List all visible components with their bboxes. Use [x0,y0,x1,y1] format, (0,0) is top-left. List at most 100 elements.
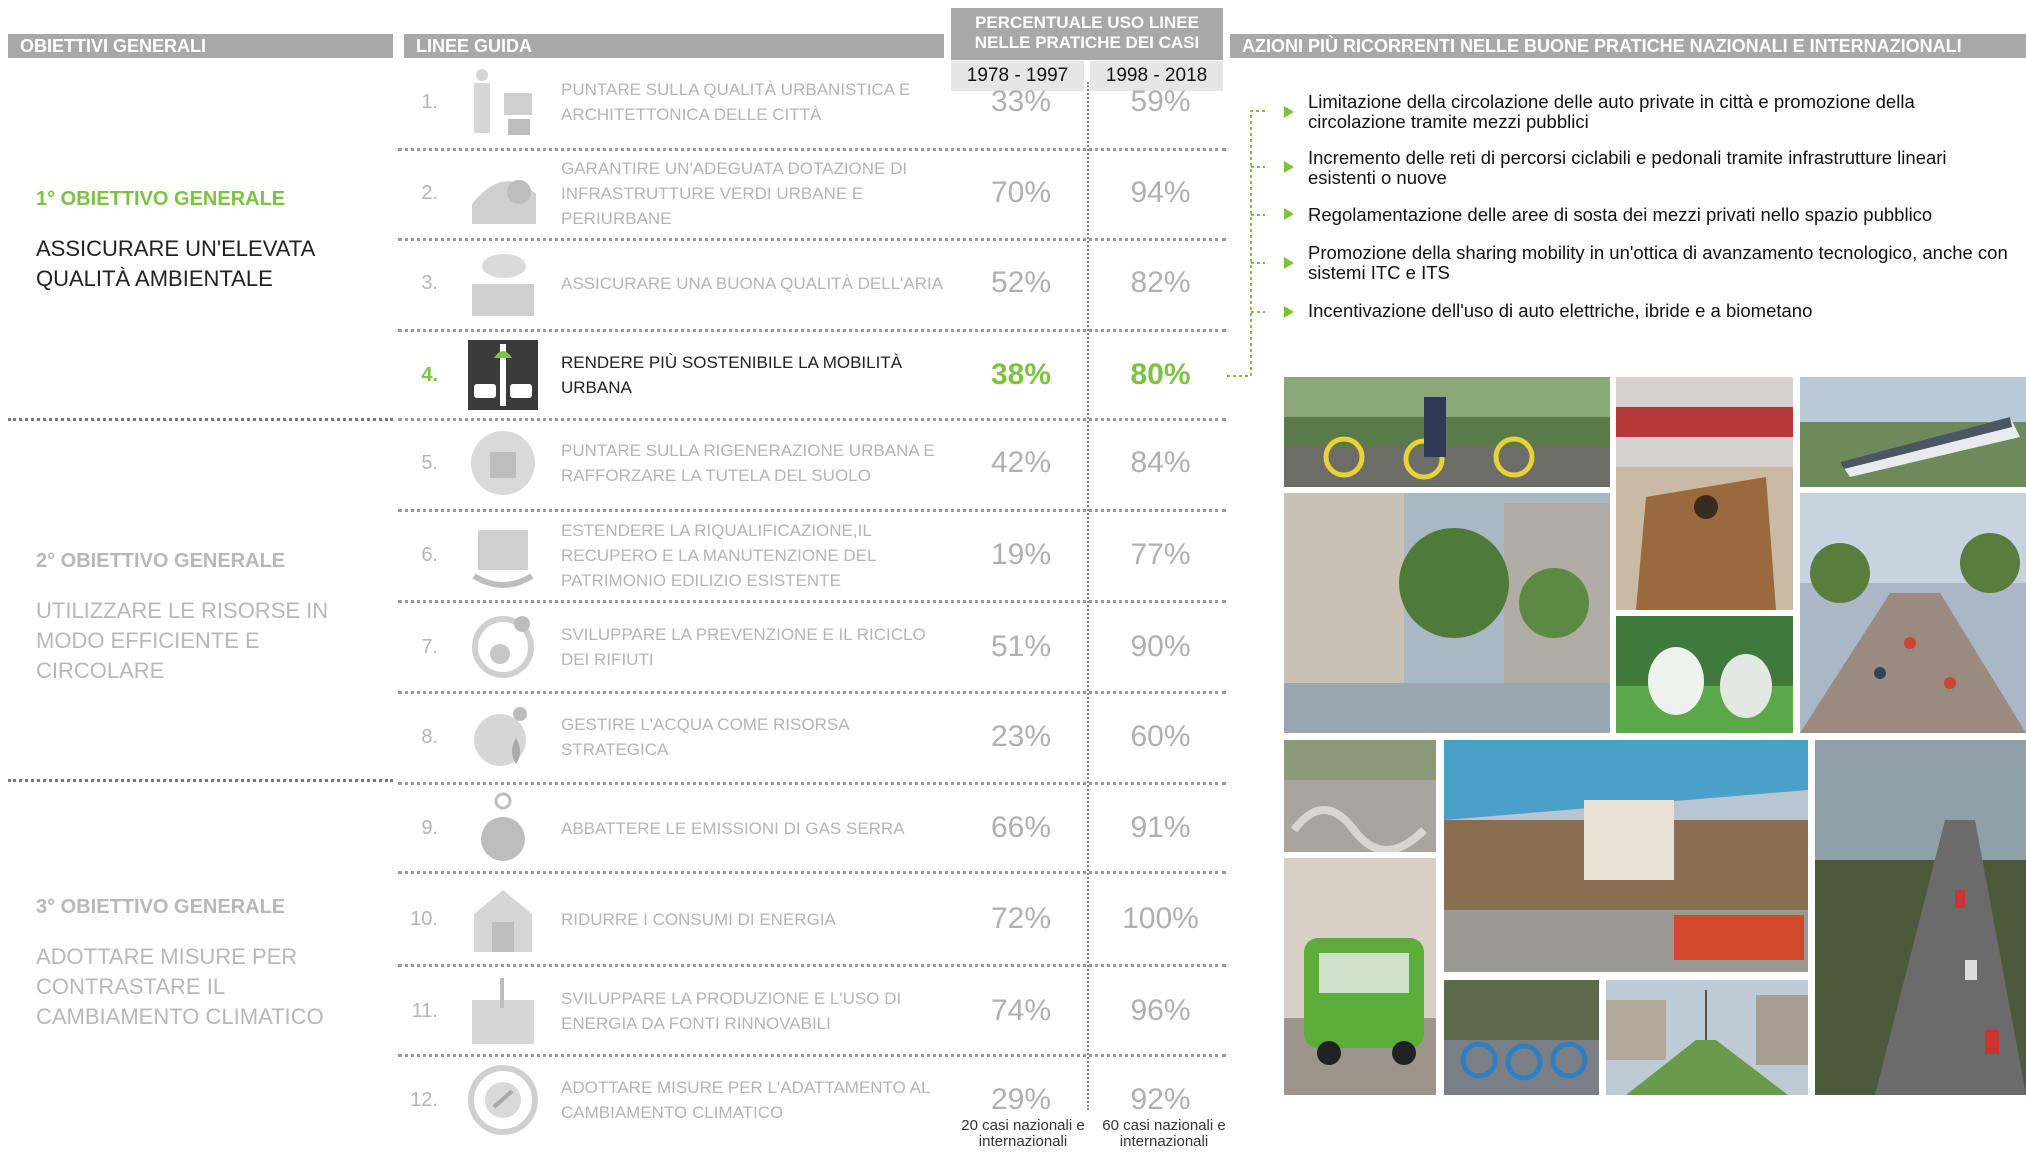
guideline-row: 5. PUNTARE SULLA RIGENERAZIONE URBANA E R… [398,418,1226,508]
row-separator [398,1054,1226,1057]
objective-1-text: ASSICURARE UN'ELEVATA QUALITÀ AMBIENTALE [36,236,315,291]
percentage-1998-2018: 94% [1130,176,1191,209]
objective-3-text: ADOTTARE MISURE PER CONTRASTARE IL CAMBI… [36,944,324,1029]
guideline-text: ASSICURARE UNA BUONA QUALITÀ DELL'ARIA [561,238,951,328]
objective-1-title: 1° OBIETTIVO GENERALE [36,188,286,210]
percentage-1998-2018: 100% [1122,902,1199,935]
row-separator [398,148,1226,151]
guideline-label: SVILUPPARE LA PREVENZIONE E IL RICICLO D… [561,625,926,669]
footnote-period-2: 60 casi nazionali e internazionali [1102,1117,1226,1150]
guideline-number: 8. [421,726,438,748]
row-separator [398,509,1226,512]
guideline-text: RENDERE PIÙ SOSTENIBILE LA MOBILITÀ URBA… [561,330,951,420]
percentage-1978-1997: 66% [990,811,1052,844]
row-separator [398,329,1226,332]
row-separator [398,782,1226,785]
photo-cyclists-avenue [1800,493,2026,733]
guideline-row: 10. RIDURRE I CONSUMI DI ENERGIA 72% 100% [398,874,1226,964]
guideline-number: 1. [421,91,438,113]
adaptation-icon [464,1061,542,1139]
objective-separator [8,418,393,421]
water-icon [464,698,542,776]
guideline-number: 10. [410,908,438,930]
photo-electric-scooters [1616,616,1793,733]
guideline-text: SVILUPPARE LA PREVENZIONE E IL RICICLO D… [561,602,951,692]
guideline-label: ABBATTERE LE EMISSIONI DI GAS SERRA [561,818,905,838]
photo-highway-city [1815,740,2026,1095]
guideline-label: RENDERE PIÙ SOSTENIBILE LA MOBILITÀ URBA… [561,353,903,397]
actions-header: AZIONI PIÙ RICORRENTI NELLE BUONE PRATIC… [1230,34,2026,58]
guideline-row: 2. GARANTIRE UN'ADEGUATA DOTAZIONE DI INF… [398,148,1226,238]
action-item: Limitazione della circolazione delle aut… [1308,91,1915,132]
guideline-number: 5. [421,452,438,474]
percentage-1998-2018: 90% [1130,630,1191,663]
arrow-icon [1284,257,1294,269]
guideline-text: ESTENDERE LA RIQUALIFICAZIONE,IL RECUPER… [561,510,951,600]
photo-bike-sharing [1284,377,1610,487]
photo-tram-station [1444,740,1808,972]
photo-city-square [1284,493,1610,733]
percentage-1978-1997: 72% [990,902,1052,935]
action-item: Regolamentazione delle aree di sosta dei… [1308,204,1933,225]
percentage-1998-2018: 91% [1130,811,1191,844]
energy-house-icon [464,880,542,958]
percentage-1978-1997: 23% [990,720,1052,753]
percentage-1998-2018: 59% [1130,85,1191,118]
guideline-label: ASSICURARE UNA BUONA QUALITÀ DELL'ARIA [561,273,944,293]
guideline-row: 4. RENDERE PIÙ SOSTENIBILE LA MOBILITÀ UR… [398,330,1226,420]
percentage-1978-1997: 51% [990,630,1052,663]
row-separator [398,418,1226,421]
guideline-label: GESTIRE L'ACQUA COME RISORSA STRATEGICA [561,715,849,759]
objective-2-text: UTILIZZARE LE RISORSE IN MODO EFFICIENTE… [36,598,329,683]
guideline-label: ESTENDERE LA RIQUALIFICAZIONE,IL RECUPER… [561,520,876,590]
guideline-text: GESTIRE L'ACQUA COME RISORSA STRATEGICA [561,692,951,782]
guideline-text: PUNTARE SULLA RIGENERAZIONE URBANA E RAF… [561,418,951,508]
guideline-text: GARANTIRE UN'ADEGUATA DOTAZIONE DI INFRA… [561,148,951,238]
guideline-row: 6. ESTENDERE LA RIQUALIFICAZIONE,IL RECUP… [398,510,1226,600]
action-item: Incentivazione dell'uso di auto elettric… [1308,300,1813,321]
guideline-label: PUNTARE SULLA QUALITÀ URBANISTICA E ARCH… [561,80,911,124]
actions-connector [1227,110,1265,377]
percentage-1978-1997: 38% [990,358,1052,391]
percentage-1978-1997: 52% [990,266,1052,299]
guideline-text: PUNTARE SULLA QUALITÀ URBANISTICA E ARCH… [561,57,951,147]
percentage-1978-1997: 19% [990,538,1052,571]
percentage-1998-2018: 84% [1130,446,1191,479]
photo-green-tramway [1606,980,1808,1095]
guideline-number: 4. [421,364,438,386]
guideline-text: ADOTTARE MISURE PER L'ADATTAMENTO AL CAM… [561,1055,951,1145]
green-infrastructure-icon [464,154,542,232]
guideline-row: 9. ABBATTERE LE EMISSIONI DI GAS SERRA 66%… [398,783,1226,873]
percentage-1978-1997: 33% [990,85,1052,118]
guidelines-header: LINEE GUIDA [404,34,944,58]
guideline-number: 7. [421,636,438,658]
guideline-label: RIDURRE I CONSUMI DI ENERGIA [561,909,836,929]
guideline-row: 1. PUNTARE SULLA QUALITÀ URBANISTICA E AR… [398,57,1226,147]
row-separator [398,691,1226,694]
guideline-row: 7. SVILUPPARE LA PREVENZIONE E IL RICICLO… [398,602,1226,692]
regeneration-icon [464,424,542,502]
percentage-1998-2018: 82% [1130,266,1191,299]
renovation-icon [464,516,542,594]
percentage-1998-2018: 80% [1130,358,1191,391]
guideline-row: 3. ASSICURARE UNA BUONA QUALITÀ DELL'ARIA… [398,238,1226,328]
percentage-1978-1997: 74% [990,994,1052,1027]
percentage-header: PERCENTUALE USO LINEE NELLE PRATICHE DEI… [951,8,1223,60]
percentage-1998-2018: 60% [1130,720,1191,753]
percentage-1978-1997: 42% [990,446,1052,479]
renewable-energy-icon [464,972,542,1050]
action-item: Incremento delle reti di percorsi ciclab… [1308,147,1947,188]
guideline-text: SVILUPPARE LA PRODUZIONE E L'USO DI ENER… [561,966,951,1056]
guideline-number: 2. [421,182,438,204]
guideline-number: 6. [421,544,438,566]
guideline-text: RIDURRE I CONSUMI DI ENERGIA [561,874,951,964]
photo-street-furniture [1284,740,1436,852]
row-separator [398,238,1226,241]
guideline-label: GARANTIRE UN'ADEGUATA DOTAZIONE DI INFRA… [561,158,908,228]
row-separator [398,600,1226,603]
arrow-icon [1284,161,1294,173]
guideline-label: ADOTTARE MISURE PER L'ADATTAMENTO AL CAM… [561,1078,930,1122]
footnote-period-1: 20 casi nazionali e internazionali [961,1117,1085,1150]
arrow-icon [1284,306,1294,318]
row-separator [398,964,1226,967]
